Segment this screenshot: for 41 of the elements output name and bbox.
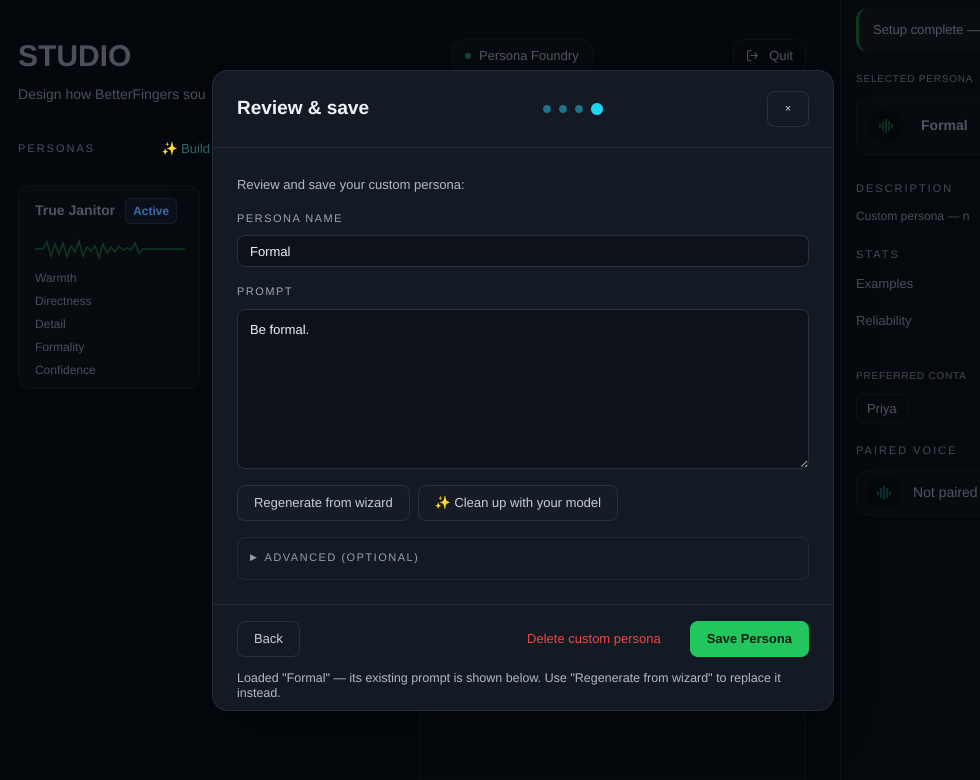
waveform-icon <box>876 484 892 500</box>
waveform-icon <box>878 118 894 134</box>
status-badge: Active <box>125 198 178 224</box>
trait-label: Confidence <box>35 362 97 378</box>
save-button[interactable]: Save Persona <box>690 620 809 656</box>
advanced-label: ADVANCED (OPTIONAL) <box>264 550 420 566</box>
action-button[interactable]: Regenerate from wizard <box>237 484 410 520</box>
persona-name: Formal <box>921 116 968 135</box>
delete-link[interactable]: Delete custom persona <box>527 628 661 648</box>
trait-label: Formality <box>35 338 86 354</box>
field-label: PROMPT <box>237 285 294 300</box>
page-title: STUDIO <box>18 42 132 72</box>
status-note: Loaded "Formal" — its existing prompt is shown below. Use "Regenerate from wizard" to replace it instead. <box>237 670 782 700</box>
logout-icon <box>746 49 760 62</box>
section-label: STATS <box>856 248 901 263</box>
stat-label: Reliability <box>856 312 913 330</box>
build-link[interactable]: ✨ Build <box>161 139 210 158</box>
trait-label: Warmth <box>35 270 78 286</box>
advanced-toggle[interactable]: ▶ ADVANCED (OPTIONAL) <box>237 536 809 580</box>
section-label: PREFERRED CONTA <box>856 370 968 384</box>
prompt-field[interactable]: Be formal. <box>237 308 809 468</box>
intro-text: Review and save your custom persona: <box>237 176 466 194</box>
field-label: PERSONA NAME <box>237 212 344 226</box>
description-text: Custom persona — n <box>856 208 970 225</box>
page-subtitle: Design how BetterFingers sou <box>18 85 207 104</box>
voice-status: Not paired <box>913 483 978 502</box>
name-field[interactable]: Formal <box>237 235 809 267</box>
close-button[interactable]: × <box>767 91 809 127</box>
action-button[interactable]: ✨ Clean up with your model <box>418 484 618 520</box>
section-label: SELECTED PERSONA <box>856 72 974 86</box>
toast: Setup complete — <box>856 8 980 52</box>
trait-label: Directness <box>35 292 93 308</box>
stat-label: Examples <box>856 274 914 293</box>
section-label: PERSONAS <box>18 142 96 156</box>
disclosure-marker: ▶ <box>250 551 258 564</box>
section-label: PAIRED VOICE <box>856 444 958 459</box>
back-button[interactable]: Back <box>237 620 300 656</box>
trait-label: Detail <box>35 316 67 332</box>
section-label: DESCRIPTION <box>856 182 954 196</box>
persona-name: True Janitor <box>35 201 116 220</box>
modal-title: Review & save <box>237 96 370 121</box>
